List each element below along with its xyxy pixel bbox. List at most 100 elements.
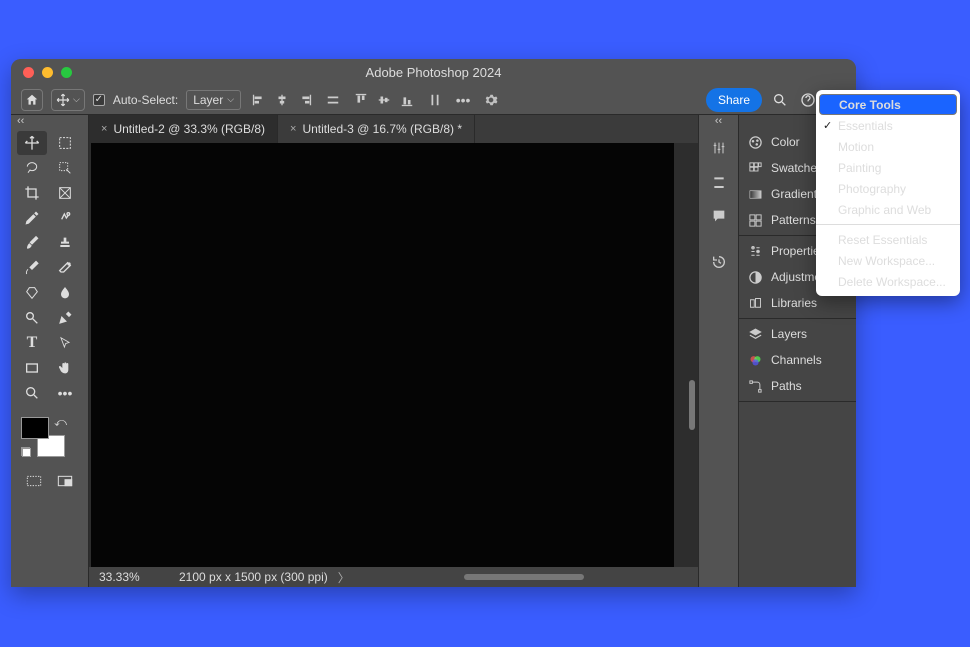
menu-item-label: Essentials [838,119,893,133]
distribute-v-button[interactable] [425,90,445,110]
layer-select-value: Layer [193,93,223,107]
auto-select-checkbox[interactable] [93,94,105,106]
panel-label: Layers [771,327,807,341]
align-group [249,90,315,110]
document-tabs: × Untitled-2 @ 33.3% (RGB/8) × Untitled-… [89,115,698,143]
channels-panel[interactable]: Channels [739,347,856,373]
pen-tool[interactable] [50,306,80,330]
tools-panel: ‹‹ T [11,115,89,587]
paths-panel[interactable]: Paths [739,373,856,399]
workspace-menu-item[interactable]: Photography [816,178,960,199]
align-center-h-button[interactable] [272,90,292,110]
align-bottom-button[interactable] [397,90,417,110]
menu-item-label: Graphic and Web [838,203,931,217]
help-button[interactable] [798,90,818,110]
comments-icon[interactable] [706,203,732,229]
default-colors-icon[interactable] [21,447,31,457]
settings-button[interactable] [481,90,501,110]
close-tab-icon[interactable]: × [290,123,296,135]
crop-tool[interactable] [17,181,47,205]
close-tab-icon[interactable]: × [101,123,107,135]
workspace-menu-item[interactable]: Painting [816,157,960,178]
menu-item-label: Photography [838,182,906,196]
workspace-menu-item[interactable]: Delete Workspace... [816,271,960,292]
menu-item-label: Delete Workspace... [838,275,946,289]
document-tab[interactable]: × Untitled-3 @ 16.7% (RGB/8) * [278,115,475,143]
eyedropper-tool[interactable] [17,206,47,230]
menu-item-label: Motion [838,140,874,154]
path-select-tool[interactable] [50,331,80,355]
move-tool[interactable] [17,131,47,155]
frame-tool[interactable] [50,181,80,205]
quick-select-tool[interactable] [50,156,80,180]
menu-item-label: New Workspace... [838,254,935,268]
more-tools-button[interactable]: ••• [50,381,80,405]
foreground-color[interactable] [21,417,49,439]
home-button[interactable] [21,89,43,111]
align-right-button[interactable] [295,90,315,110]
align-middle-button[interactable] [374,90,394,110]
title-bar: Adobe Photoshop 2024 [11,59,856,85]
history-brush-tool[interactable] [17,256,47,280]
panel-collapse[interactable]: ‹‹ [699,115,738,127]
app-window: Adobe Photoshop 2024 ⌵ Auto-Select: Laye… [11,59,856,587]
chevron-down-icon: ⌵ [227,94,234,105]
patterns-icon [747,212,763,228]
color-swatches[interactable]: ⤺ [21,417,65,457]
horizontal-scrollbar[interactable] [360,574,688,580]
document-area: × Untitled-2 @ 33.3% (RGB/8) × Untitled-… [89,115,698,587]
lasso-tool[interactable] [17,156,47,180]
layers-panel[interactable]: Layers [739,321,856,347]
gear-icon [484,93,498,107]
workspace-menu-item[interactable]: New Workspace... [816,250,960,271]
zoom-level[interactable]: 33.33% [99,570,169,584]
search-button[interactable] [770,90,790,110]
more-options-button[interactable]: ••• [453,90,473,110]
history-icon[interactable] [706,249,732,275]
zoom-tool[interactable] [17,381,47,405]
eraser-tool[interactable] [50,256,80,280]
brush-tool[interactable] [17,231,47,255]
swatches-icon [747,160,763,176]
distribute-button[interactable] [323,90,343,110]
healing-tool[interactable] [50,206,80,230]
document-tab[interactable]: × Untitled-2 @ 33.3% (RGB/8) [89,115,278,143]
shape-tool[interactable] [17,356,47,380]
marquee-tool[interactable] [50,131,80,155]
screen-mode-button[interactable] [53,469,79,493]
dodge-tool[interactable] [17,306,47,330]
workspace-menu-item[interactable]: Graphic and Web [816,199,960,220]
tool-preset[interactable]: ⌵ [51,89,85,111]
stamp-tool[interactable] [50,231,80,255]
blur-tool[interactable] [50,281,80,305]
panel-label: Paths [771,379,802,393]
tools-collapse[interactable]: ‹‹ [11,115,88,127]
quick-mask-button[interactable] [21,469,47,493]
vertical-scrollbar[interactable] [686,143,698,567]
type-tool[interactable]: T [17,331,47,355]
status-menu-icon[interactable]: 〉 [338,569,350,586]
tab-label: Untitled-2 @ 33.3% (RGB/8) [113,122,265,136]
workspace-menu-item[interactable]: Motion [816,136,960,157]
workspace-menu-item[interactable]: Essentials [816,115,960,136]
workspace: ‹‹ T [11,115,856,587]
gradients-icon [747,186,763,202]
panel-label: Libraries [771,296,817,310]
layer-select[interactable]: Layer ⌵ [186,90,241,110]
gradient-tool[interactable] [17,281,47,305]
brushes-icon[interactable] [706,169,732,195]
home-icon [25,93,39,107]
workspace-menu-item[interactable]: Core Tools [819,94,957,115]
swap-colors-icon[interactable]: ⤺ [54,415,67,430]
workspace-menu-item[interactable]: Reset Essentials [816,229,960,250]
layers-icon [747,326,763,342]
canvas[interactable] [91,143,674,567]
hand-tool[interactable] [50,356,80,380]
scroll-thumb[interactable] [464,574,584,580]
align-left-button[interactable] [249,90,269,110]
share-button[interactable]: Share [706,88,762,112]
brush-settings-icon[interactable] [706,135,732,161]
scroll-thumb[interactable] [689,380,695,430]
align-top-button[interactable] [351,90,371,110]
libraries-icon [747,295,763,311]
